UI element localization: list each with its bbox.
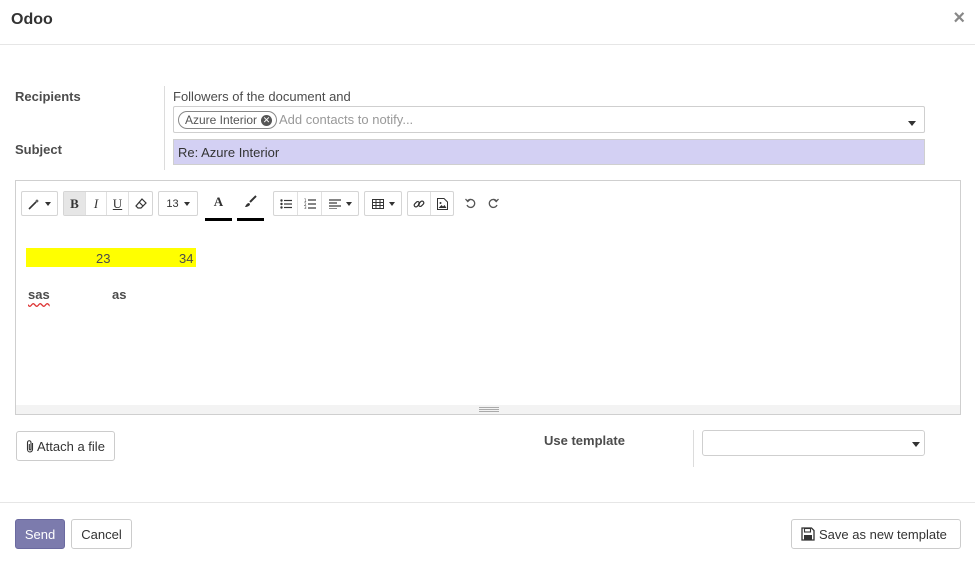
dialog-header: Odoo × — [0, 0, 975, 45]
editor-resize-bar[interactable] — [16, 405, 960, 414]
recipients-label: Recipients — [15, 89, 81, 104]
html-editor: B I U 13 A 123 23 34 sas as — [15, 180, 961, 415]
redo-button[interactable] — [485, 192, 501, 215]
label-divider — [164, 86, 165, 170]
paperclip-icon — [26, 439, 34, 453]
save-template-label: Save as new template — [819, 526, 947, 542]
highlighted-row: 23 34 — [26, 248, 196, 267]
background-color-button[interactable] — [237, 185, 264, 221]
font-size-value: 13 — [166, 197, 179, 210]
magic-wand-button[interactable] — [22, 192, 57, 215]
table-cell: sas — [28, 287, 50, 302]
bold-button[interactable]: B — [64, 192, 86, 215]
recipient-tag: Azure Interior ✕ — [178, 111, 278, 129]
chevron-down-icon — [183, 201, 190, 206]
template-select[interactable] — [702, 430, 925, 456]
table-icon — [371, 198, 384, 209]
chevron-down-icon — [45, 201, 51, 206]
cancel-button[interactable]: Cancel — [71, 519, 132, 549]
undo-icon — [464, 198, 475, 209]
redo-icon — [488, 198, 499, 209]
table-dropdown[interactable] — [365, 192, 401, 215]
recipients-dropdown-icon[interactable] — [908, 121, 916, 126]
ordered-list-icon: 123 — [304, 198, 316, 209]
editor-content[interactable]: 23 34 sas as — [26, 241, 946, 401]
dialog-title: Odoo — [11, 11, 53, 28]
attach-file-button[interactable]: Attach a file — [16, 431, 115, 461]
eraser-button[interactable] — [129, 192, 152, 215]
editor-toolbar: B I U 13 A 123 — [16, 181, 960, 225]
undo-button[interactable] — [462, 192, 478, 215]
font-size-dropdown[interactable]: 13 — [159, 192, 197, 215]
image-button[interactable] — [431, 192, 453, 215]
use-template-label: Use template — [544, 433, 625, 448]
text-color-button[interactable]: A — [205, 185, 232, 221]
link-icon — [413, 200, 425, 207]
eraser-icon — [134, 198, 147, 209]
ordered-list-button[interactable]: 123 — [298, 192, 322, 215]
table-cell: 34 — [179, 251, 194, 266]
italic-button[interactable]: I — [86, 192, 107, 215]
table-cell: 23 — [96, 251, 111, 266]
close-icon[interactable]: × — [953, 8, 965, 28]
unordered-list-icon — [279, 198, 292, 209]
insert-group — [407, 191, 454, 216]
subject-input[interactable]: Re: Azure Interior — [173, 139, 925, 165]
footer-divider — [0, 502, 975, 503]
font-size-group: 13 — [158, 191, 198, 216]
magic-wand-icon — [28, 198, 39, 210]
save-template-button[interactable]: Save as new template — [791, 519, 961, 549]
send-button[interactable]: Send — [15, 519, 65, 549]
image-file-icon — [436, 197, 448, 210]
paint-brush-icon — [245, 195, 257, 207]
template-divider — [693, 430, 694, 467]
style-group — [21, 191, 58, 216]
table-group — [364, 191, 402, 216]
save-icon — [801, 527, 815, 541]
resize-grip-icon[interactable] — [479, 407, 499, 412]
link-button[interactable] — [408, 192, 431, 215]
align-left-icon — [328, 198, 341, 209]
chevron-down-icon — [388, 201, 395, 206]
table-cell: as — [112, 287, 127, 302]
subject-label: Subject — [15, 142, 62, 157]
chevron-down-icon — [345, 201, 352, 206]
remove-tag-icon[interactable]: ✕ — [261, 114, 273, 126]
paragraph-group: 123 — [273, 191, 359, 216]
recipients-field[interactable]: Azure Interior ✕ — [173, 106, 925, 133]
recipient-tag-label: Azure Interior — [185, 113, 258, 127]
recipients-input[interactable] — [279, 112, 879, 127]
paragraph-align-dropdown[interactable] — [322, 192, 358, 215]
format-group: B I U — [63, 191, 153, 216]
chevron-down-icon — [912, 442, 920, 447]
underline-button[interactable]: U — [107, 192, 129, 215]
unordered-list-button[interactable] — [274, 192, 298, 215]
attach-file-label: Attach a file — [37, 438, 105, 454]
followers-text: Followers of the document and — [173, 89, 351, 104]
svg-text:3: 3 — [304, 205, 307, 209]
